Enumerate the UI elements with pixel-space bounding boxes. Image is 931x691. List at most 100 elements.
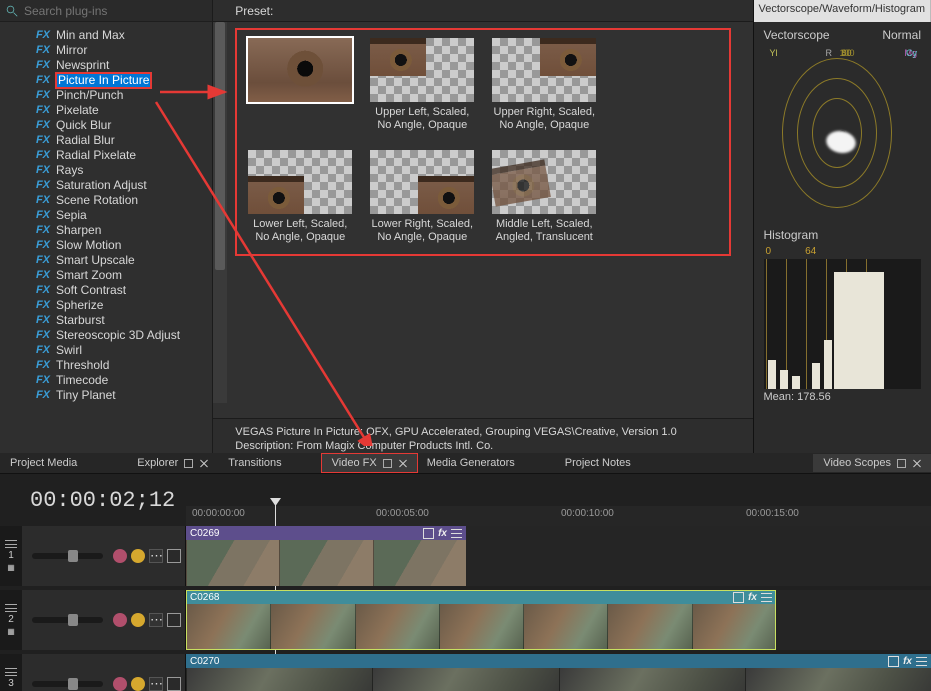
plugin-description: VEGAS Picture In Picture: OFX, GPU Accel… <box>213 418 752 453</box>
track-more-icon[interactable]: ⋯ <box>149 677 163 691</box>
crop-icon[interactable] <box>423 528 434 539</box>
close-icon[interactable] <box>912 459 921 468</box>
track-lane[interactable]: C0268fx <box>186 590 931 650</box>
menu-icon[interactable] <box>5 540 17 548</box>
dock-icon[interactable] <box>383 459 392 468</box>
track-box-icon[interactable] <box>167 677 181 691</box>
bypass-icon[interactable] <box>113 677 127 691</box>
clip-menu-icon[interactable] <box>916 657 927 666</box>
preset-thumbnail[interactable] <box>248 150 352 214</box>
clip-menu-icon[interactable] <box>761 593 772 602</box>
plugin-item[interactable]: FXRadial Blur <box>30 133 212 148</box>
plugin-list[interactable]: FXMin and MaxFXMirrorFXNewsprintFXPictur… <box>0 22 212 453</box>
plugin-item[interactable]: FXTimecode <box>30 373 212 388</box>
track-lane[interactable]: C0270fx <box>186 654 931 691</box>
preset-item[interactable]: Lower Left, Scaled, No Angle, Opaque <box>245 150 355 244</box>
plugin-item[interactable]: FXSaturation Adjust <box>30 178 212 193</box>
track-box-icon[interactable] <box>167 549 181 563</box>
preset-item[interactable]: Middle Left, Scaled, Angled, Translucent <box>489 150 599 244</box>
plugin-item[interactable]: FXSmart Zoom <box>30 268 212 283</box>
preset-item[interactable]: Lower Right, Scaled, No Angle, Opaque <box>367 150 477 244</box>
preset-scrollbar[interactable] <box>213 22 227 403</box>
plugin-item[interactable]: FXScene Rotation <box>30 193 212 208</box>
tab-transitions[interactable]: Transitions <box>218 454 291 472</box>
plugin-item[interactable]: FXSepia <box>30 208 212 223</box>
track-volume-slider[interactable] <box>32 553 103 559</box>
plugin-item[interactable]: FXThreshold <box>30 358 212 373</box>
clip-fx-icon[interactable]: fx <box>438 528 447 539</box>
track-more-icon[interactable]: ⋯ <box>149 549 163 563</box>
menu-icon[interactable] <box>5 604 17 612</box>
tab-explorer[interactable]: Explorer <box>127 454 218 472</box>
preset-heading: Preset: <box>213 0 752 22</box>
preset-thumbnail[interactable] <box>370 150 474 214</box>
clip-fx-icon[interactable]: fx <box>748 592 757 603</box>
plugin-item[interactable]: FXStereoscopic 3D Adjust <box>30 328 212 343</box>
clip[interactable]: C0268fx <box>186 590 776 650</box>
clip-fx-icon[interactable]: fx <box>903 656 912 667</box>
tab-video-scopes[interactable]: Video Scopes <box>813 454 931 472</box>
plugin-label: Smart Zoom <box>56 268 122 283</box>
solo-icon[interactable] <box>131 677 145 691</box>
clip[interactable]: C0269fx <box>186 526 466 586</box>
plugin-item[interactable]: FXPixelate <box>30 103 212 118</box>
plugin-item[interactable]: FXSoft Contrast <box>30 283 212 298</box>
menu-icon[interactable] <box>5 668 17 676</box>
track-header[interactable]: 1▦ ⋯ <box>0 526 186 586</box>
plugin-item[interactable]: FXSmart Upscale <box>30 253 212 268</box>
plugin-item[interactable]: FXNewsprint <box>30 58 212 73</box>
tab-project-media[interactable]: Project Media <box>0 454 87 472</box>
plugin-item[interactable]: FXPinch/Punch <box>30 88 212 103</box>
plugin-item[interactable]: FXStarburst <box>30 313 212 328</box>
bottom-tab-strip: Project Media Explorer Transitions Video… <box>0 453 931 473</box>
plugin-item[interactable]: FXRays <box>30 163 212 178</box>
track-volume-slider[interactable] <box>32 681 103 687</box>
track-header[interactable]: 2▦ ⋯ <box>0 590 186 650</box>
track-number[interactable]: 3▦ <box>0 654 22 691</box>
preset-thumbnail[interactable]: (Defau <box>248 38 352 102</box>
tab-video-fx[interactable]: Video FX <box>322 454 417 472</box>
tab-media-generators[interactable]: Media Generators <box>417 454 525 472</box>
track-volume-slider[interactable] <box>32 617 103 623</box>
bypass-icon[interactable] <box>113 549 127 563</box>
solo-icon[interactable] <box>131 549 145 563</box>
close-icon[interactable] <box>398 459 407 468</box>
track-box-icon[interactable] <box>167 613 181 627</box>
plugin-item[interactable]: FXMirror <box>30 43 212 58</box>
tab-project-notes[interactable]: Project Notes <box>555 454 641 472</box>
crop-icon[interactable] <box>888 656 899 667</box>
track-lane[interactable]: C0269fx <box>186 526 931 586</box>
dock-icon[interactable] <box>184 459 193 468</box>
plugin-item[interactable]: FXSwirl <box>30 343 212 358</box>
scopes-tab-bar[interactable]: Vectorscope/Waveform/Histogram <box>754 0 931 22</box>
dock-icon[interactable] <box>897 459 906 468</box>
close-icon[interactable] <box>199 459 208 468</box>
preset-thumbnail[interactable] <box>492 38 596 102</box>
plugin-item[interactable]: FXRadial Pixelate <box>30 148 212 163</box>
plugin-item[interactable]: FXPicture In Picture <box>30 73 212 88</box>
preset-thumbnail[interactable] <box>370 38 474 102</box>
track-more-icon[interactable]: ⋯ <box>149 613 163 627</box>
plugin-item[interactable]: FXTiny Planet <box>30 388 212 403</box>
plugin-item[interactable]: FXSlow Motion <box>30 238 212 253</box>
track-number[interactable]: 2▦ <box>0 590 22 650</box>
scopes-tab[interactable]: Vectorscope/Waveform/Histogram <box>754 0 931 22</box>
track-number[interactable]: 1▦ <box>0 526 22 586</box>
preset-item[interactable]: Upper Right, Scaled, No Angle, Opaque <box>489 38 599 140</box>
solo-icon[interactable] <box>131 613 145 627</box>
plugin-item[interactable]: FXQuick Blur <box>30 118 212 133</box>
clip-menu-icon[interactable] <box>451 529 462 538</box>
plugin-item[interactable]: FXSharpen <box>30 223 212 238</box>
plugin-item[interactable]: FXMin and Max <box>30 28 212 43</box>
plugin-search-input[interactable] <box>22 3 206 19</box>
preset-thumbnail[interactable] <box>492 150 596 214</box>
plugin-item[interactable]: FXSpherize <box>30 298 212 313</box>
vectorscope-mode[interactable]: Normal <box>882 28 921 42</box>
bypass-icon[interactable] <box>113 613 127 627</box>
crop-icon[interactable] <box>733 592 744 603</box>
preset-item[interactable]: (Defau. <box>245 38 355 140</box>
time-ruler[interactable]: 00:00:00:00 00:00:05:00 00:00:10:00 00:0… <box>186 506 931 526</box>
preset-item[interactable]: Upper Left, Scaled, No Angle, Opaque <box>367 38 477 140</box>
track-header[interactable]: 3▦ ⋯ <box>0 654 186 691</box>
clip[interactable]: C0270fx <box>186 654 931 691</box>
